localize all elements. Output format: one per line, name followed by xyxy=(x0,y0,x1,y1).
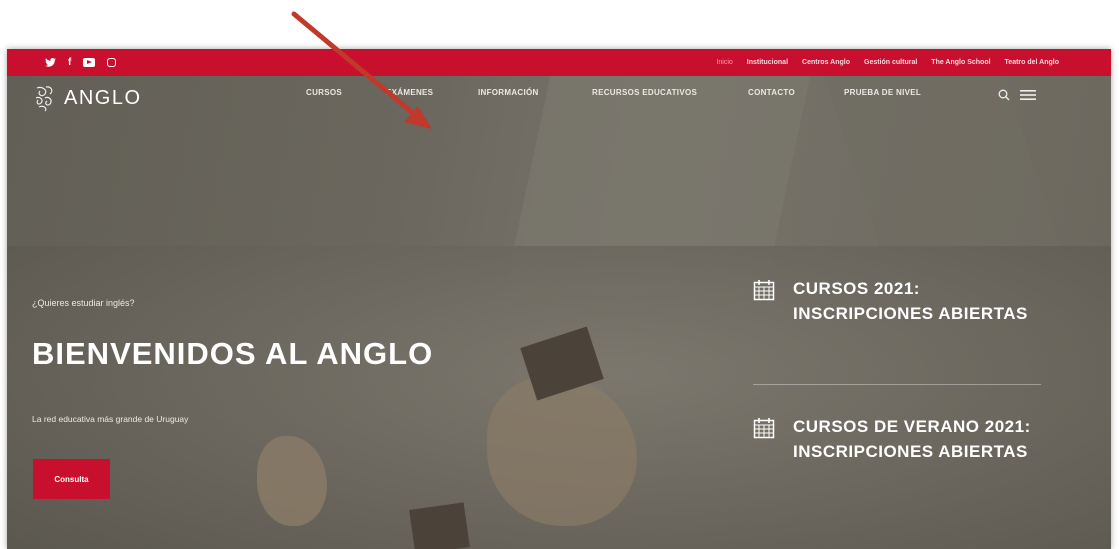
news-divider xyxy=(753,384,1041,385)
brand-name: ANGLO xyxy=(64,86,142,109)
hero-kicker: ¿Quieres estudiar inglés? xyxy=(32,298,135,308)
calendar-icon xyxy=(753,280,775,301)
anglo-crest-icon xyxy=(35,86,53,112)
consulta-button[interactable]: Consulta xyxy=(33,459,110,499)
news-item[interactable]: CURSOS 2021: INSCRIPCIONES ABIERTAS xyxy=(753,276,1033,326)
top-bar: f Inicio Institucional Centros Anglo Ges… xyxy=(7,49,1111,76)
toplink-teatro[interactable]: Teatro del Anglo xyxy=(1005,59,1059,66)
nav-recursos-educativos[interactable]: RECURSOS EDUCATIVOS xyxy=(592,88,697,97)
anglo-logo[interactable]: ANGLO xyxy=(34,84,142,112)
news-title[interactable]: CURSOS DE VERANO 2021: INSCRIPCIONES ABI… xyxy=(793,414,1033,464)
calendar-icon xyxy=(753,418,775,439)
instagram-icon[interactable] xyxy=(107,58,117,67)
nav-informacion[interactable]: INFORMACIÓN xyxy=(478,88,539,97)
top-links: Inicio Institucional Centros Anglo Gesti… xyxy=(716,59,1111,66)
youtube-icon[interactable] xyxy=(83,58,96,67)
nav-prueba-de-nivel[interactable]: PRUEBA DE NIVEL xyxy=(844,88,921,97)
hero-tagline: La red educativa más grande de Uruguay xyxy=(32,414,189,424)
news-item[interactable]: CURSOS DE VERANO 2021: INSCRIPCIONES ABI… xyxy=(753,414,1033,464)
search-icon[interactable] xyxy=(998,89,1010,101)
twitter-icon[interactable] xyxy=(45,58,56,67)
hero-headline: BIENVENIDOS AL ANGLO xyxy=(32,336,434,371)
facebook-icon[interactable]: f xyxy=(68,57,71,68)
news-title[interactable]: CURSOS 2021: INSCRIPCIONES ABIERTAS xyxy=(793,276,1033,326)
nav-examenes[interactable]: EXÁMENES xyxy=(386,88,433,97)
nav-tools xyxy=(998,89,1036,101)
toplink-gestion-cultural[interactable]: Gestión cultural xyxy=(864,59,917,66)
toplink-inicio[interactable]: Inicio xyxy=(716,59,732,66)
toplink-centros-anglo[interactable]: Centros Anglo xyxy=(802,59,850,66)
social-links: f xyxy=(7,57,117,68)
toplink-institucional[interactable]: Institucional xyxy=(747,59,788,66)
hamburger-menu-icon[interactable] xyxy=(1020,89,1036,101)
nav-contacto[interactable]: CONTACTO xyxy=(748,88,795,97)
nav-cursos[interactable]: CURSOS xyxy=(306,88,342,97)
toplink-anglo-school[interactable]: The Anglo School xyxy=(931,59,990,66)
